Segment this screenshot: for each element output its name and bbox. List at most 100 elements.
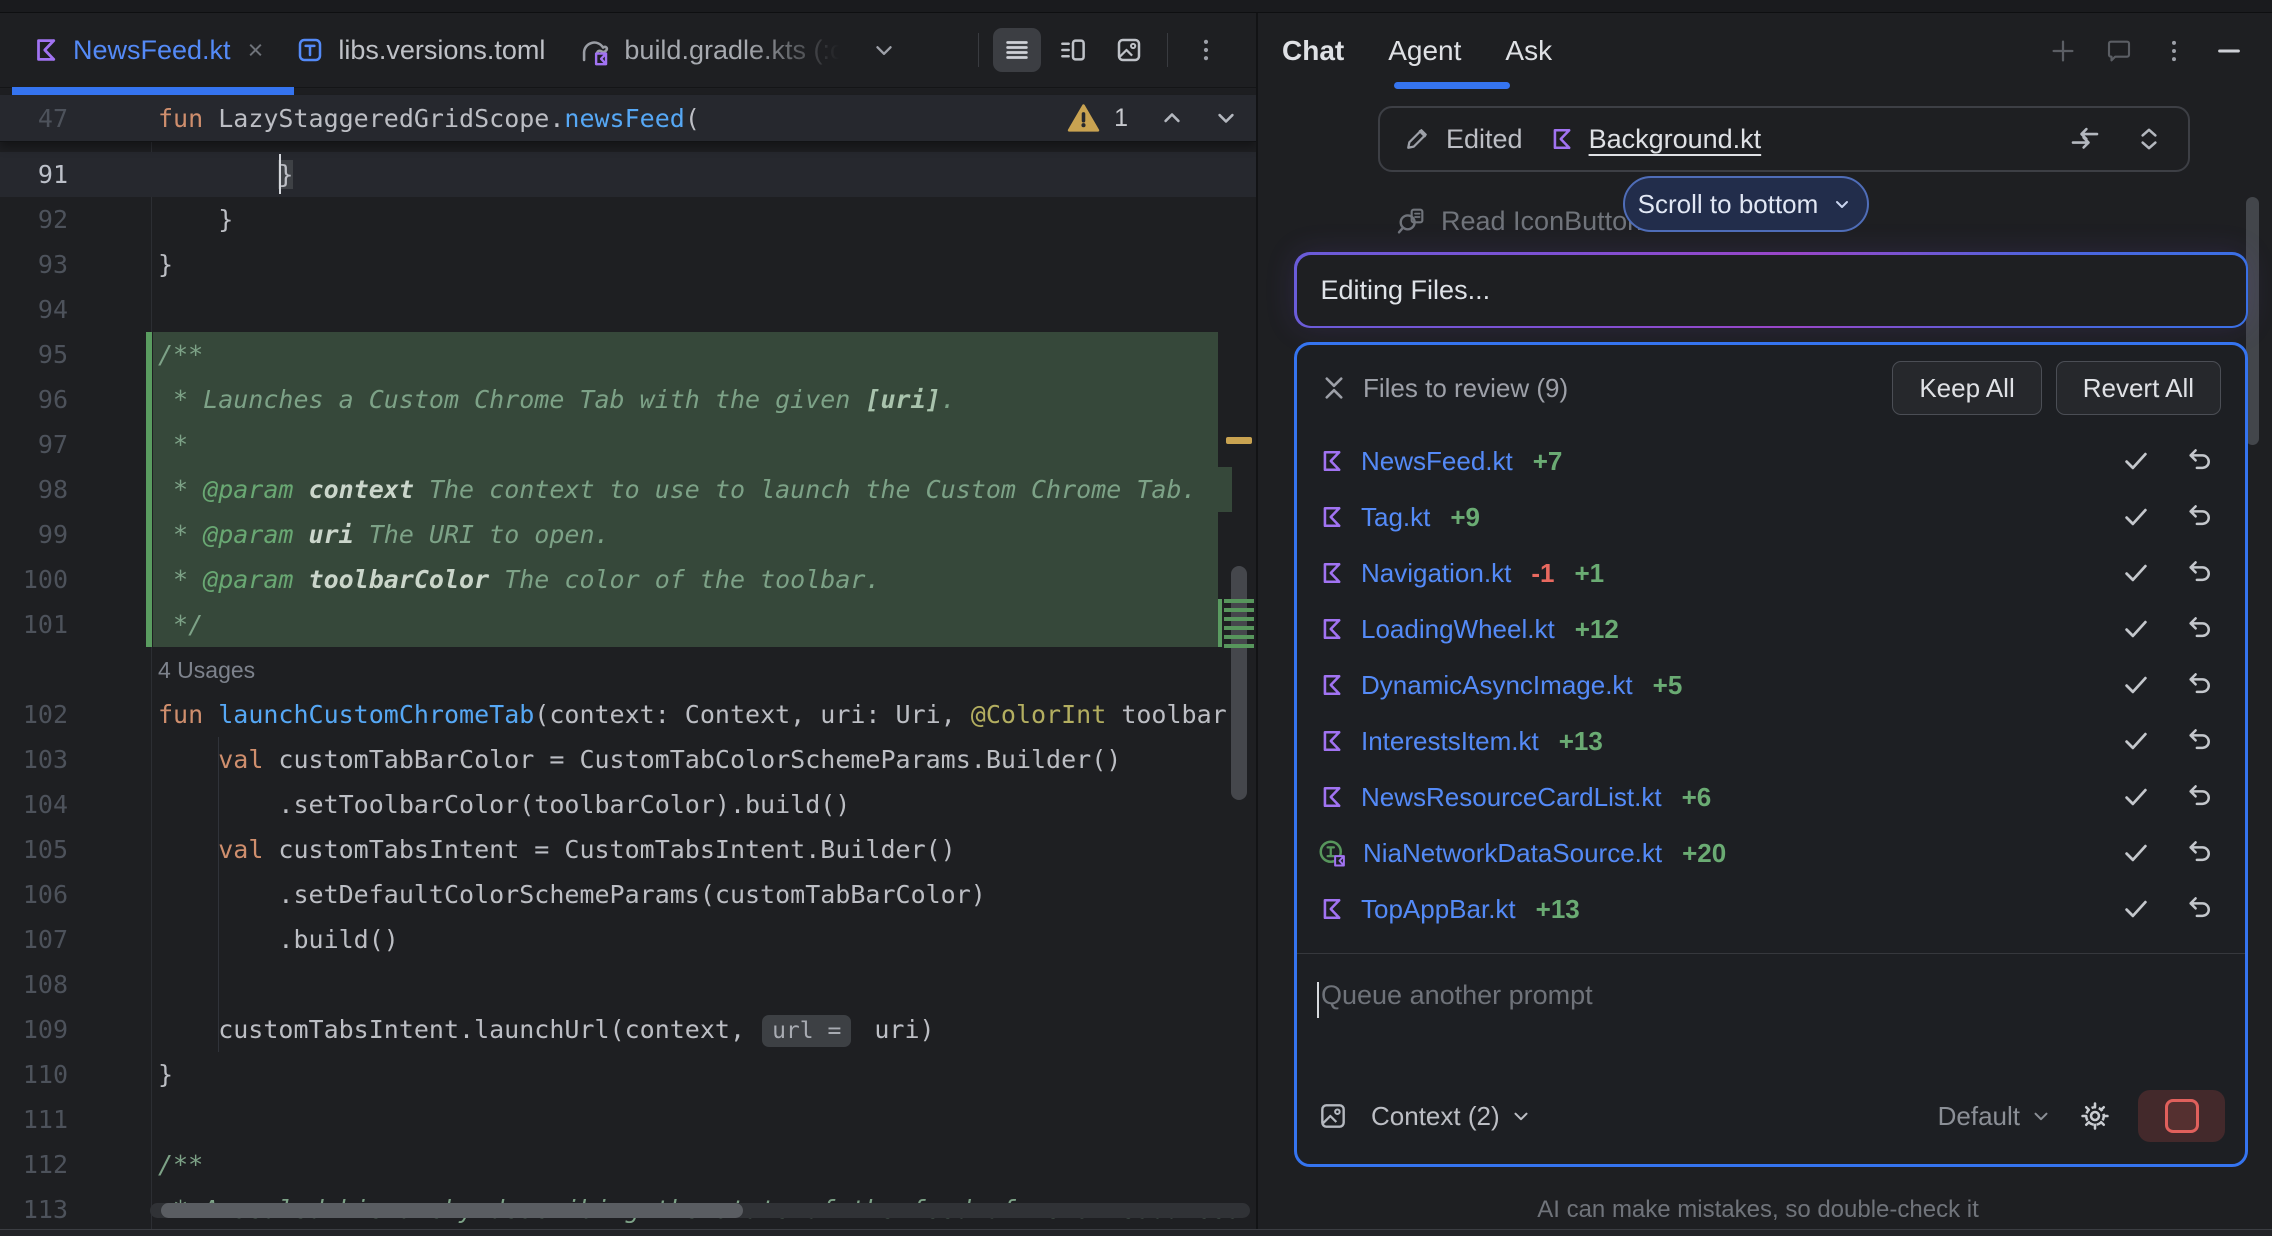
code-text: /** — [68, 340, 203, 369]
change-count-badge: +13 — [1536, 894, 1580, 925]
file-review-row: NiaNetworkDataSource.kt+20 — [1297, 825, 2245, 881]
revert-file-button[interactable] — [2185, 614, 2215, 644]
sticky-code-line[interactable]: 47 fun LazyStaggeredGridScope.newsFeed( … — [0, 95, 1256, 142]
gradle-file-icon — [577, 33, 611, 67]
keep-file-button[interactable] — [2121, 502, 2151, 532]
revert-file-button[interactable] — [2185, 726, 2215, 756]
scroll-to-bottom-button[interactable]: Scroll to bottom — [1623, 176, 1869, 232]
ai-assistant-pane: Chat Agent Ask — [1256, 13, 2272, 1235]
file-link[interactable]: LoadingWheel.kt — [1361, 614, 1555, 645]
revert-file-button[interactable] — [2185, 670, 2215, 700]
file-link[interactable]: Tag.kt — [1361, 502, 1430, 533]
history-bubble-icon[interactable] — [2104, 36, 2134, 66]
line-number: 113 — [0, 1195, 68, 1224]
file-link[interactable]: Navigation.kt — [1361, 558, 1511, 589]
file-link[interactable]: NewsFeed.kt — [1361, 446, 1513, 477]
revert-all-button[interactable]: Revert All — [2056, 361, 2221, 415]
revert-file-button[interactable] — [2185, 502, 2215, 532]
keep-file-button[interactable] — [2121, 726, 2151, 756]
editor-horizontal-scrollbar[interactable] — [150, 1203, 1250, 1218]
read-item-label: Read IconButton. — [1441, 206, 1650, 237]
code-line: 98 * @param context The context to use t… — [0, 467, 1256, 512]
tab-agent[interactable]: Agent — [1388, 35, 1461, 67]
edit-action-label: Edited — [1446, 124, 1523, 155]
code-line: 99 * @param uri The URI to open. — [0, 512, 1256, 557]
tab-libs-versions[interactable]: libs.versions.toml — [279, 13, 561, 87]
keep-file-button[interactable] — [2121, 670, 2151, 700]
code-line: 94 — [0, 287, 1256, 332]
model-selector[interactable]: Default — [1938, 1101, 2052, 1132]
file-link[interactable]: NiaNetworkDataSource.kt — [1363, 838, 1662, 869]
tab-build-gradle[interactable]: build.gradle.kts (:c — [561, 13, 912, 87]
chevron-down-icon[interactable] — [871, 37, 897, 63]
keep-file-button[interactable] — [2121, 838, 2151, 868]
close-icon[interactable]: × — [248, 35, 264, 66]
file-link[interactable]: NewsResourceCardList.kt — [1361, 782, 1662, 813]
code-line: 107 .build() — [0, 917, 1256, 962]
scrollbar-thumb[interactable] — [161, 1203, 743, 1218]
keep-file-button[interactable] — [2121, 894, 2151, 924]
design-view-button[interactable] — [1105, 28, 1153, 72]
code-line: 108 — [0, 962, 1256, 1007]
expand-collapse-icon[interactable] — [2132, 122, 2166, 156]
editor-more-menu-icon[interactable] — [1182, 28, 1230, 72]
keep-all-button[interactable]: Keep All — [1892, 361, 2041, 415]
inspections-widget[interactable]: 1 — [1067, 95, 1240, 141]
window-top-strip — [0, 0, 2272, 13]
next-warning-icon[interactable] — [1212, 104, 1240, 132]
file-link[interactable]: TopAppBar.kt — [1361, 894, 1516, 925]
keep-file-button[interactable] — [2121, 614, 2151, 644]
code-text: * — [68, 430, 188, 459]
tab-chat[interactable]: Chat — [1282, 35, 1344, 67]
context-label: Context (2) — [1371, 1101, 1500, 1132]
more-menu-icon[interactable] — [2160, 37, 2188, 65]
change-count-badge: +9 — [1450, 502, 1480, 533]
split-view-button[interactable] — [1049, 28, 1097, 72]
attach-image-icon[interactable] — [1317, 1100, 1349, 1132]
usages-hint-row[interactable]: 4 Usages — [0, 647, 1256, 692]
code-editor[interactable]: 91 }92 }93}9495/**96 * Launches a Custom… — [0, 142, 1256, 1235]
scrollbar-diff-mark — [1218, 599, 1222, 647]
line-number: 111 — [0, 1105, 68, 1134]
code-line: 93} — [0, 242, 1256, 287]
keep-file-button[interactable] — [2121, 782, 2151, 812]
editor-pane: NewsFeed.kt × libs.versions.toml build.g… — [0, 13, 1256, 1235]
collapse-icon[interactable] — [1321, 375, 1347, 401]
revert-file-button[interactable] — [2185, 838, 2215, 868]
line-number: 112 — [0, 1150, 68, 1179]
minimize-icon[interactable] — [2214, 36, 2244, 66]
scrollbar-warning-mark[interactable] — [1226, 437, 1252, 444]
new-chat-icon[interactable] — [2048, 36, 2078, 66]
revert-file-button[interactable] — [2185, 782, 2215, 812]
line-number: 105 — [0, 835, 68, 864]
file-review-row: Navigation.kt-1+1 — [1297, 545, 2245, 601]
prompt-input[interactable]: Queue another prompt — [1297, 954, 2245, 1090]
line-number: 92 — [0, 205, 68, 234]
prev-warning-icon[interactable] — [1158, 104, 1186, 132]
tab-newsfeed[interactable]: NewsFeed.kt × — [14, 13, 279, 87]
change-count-badge: +7 — [1533, 446, 1563, 477]
tab-ask[interactable]: Ask — [1505, 35, 1552, 67]
code-text: } — [68, 250, 173, 279]
edited-file-card[interactable]: Edited Background.kt — [1378, 106, 2190, 172]
warning-icon — [1067, 103, 1100, 133]
line-number: 95 — [0, 340, 68, 369]
context-button[interactable]: Context (2) — [1371, 1101, 1532, 1132]
revert-file-button[interactable] — [2185, 894, 2215, 924]
code-view-button[interactable] — [993, 28, 1041, 72]
line-number: 98 — [0, 475, 68, 504]
keep-file-button[interactable] — [2121, 446, 2151, 476]
file-link[interactable]: InterestsItem.kt — [1361, 726, 1539, 757]
gear-icon[interactable] — [2078, 1099, 2112, 1133]
revert-file-button[interactable] — [2185, 558, 2215, 588]
code-text: } — [68, 1060, 173, 1089]
stop-button[interactable] — [2138, 1090, 2225, 1142]
file-link[interactable]: DynamicAsyncImage.kt — [1361, 670, 1633, 701]
code-text: 4 Usages — [68, 655, 255, 684]
edited-file-link[interactable]: Background.kt — [1589, 124, 1762, 155]
revert-file-button[interactable] — [2185, 446, 2215, 476]
line-number: 99 — [0, 520, 68, 549]
keep-file-button[interactable] — [2121, 558, 2151, 588]
show-diff-icon[interactable] — [2068, 122, 2102, 156]
assistant-header: Chat Agent Ask — [1258, 13, 2272, 88]
